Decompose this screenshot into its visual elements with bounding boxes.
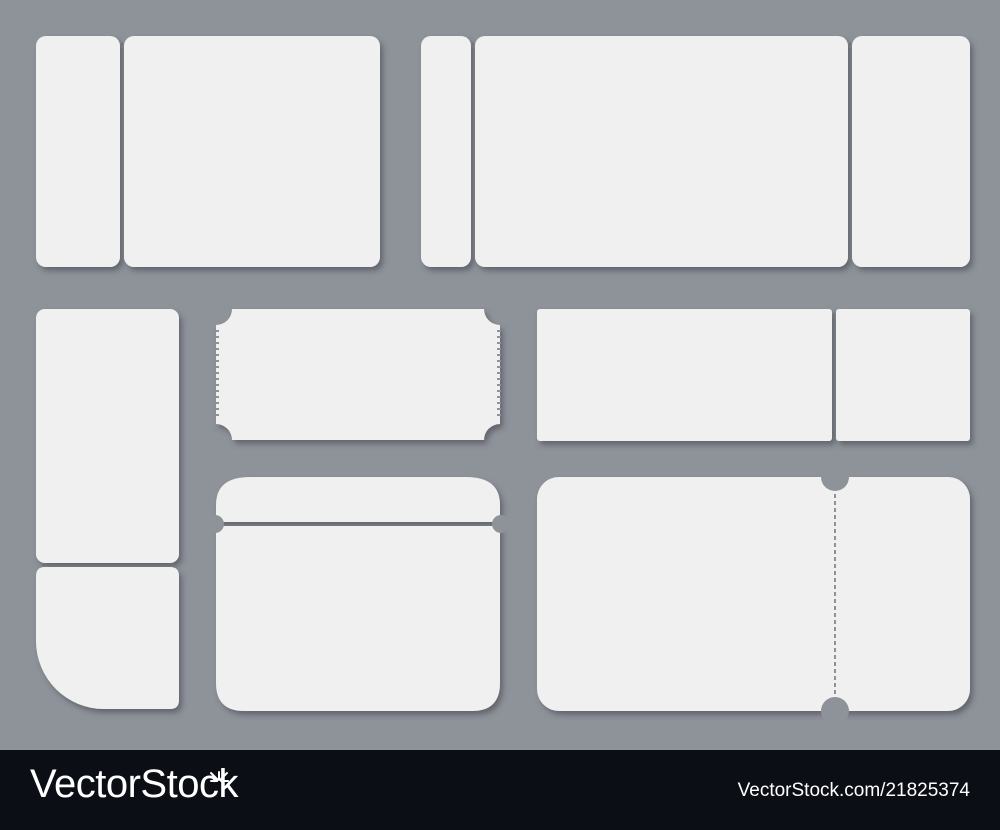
ticket-2-left-stub [421, 36, 471, 267]
ticket-templates-illustration [36, 36, 970, 725]
ticket-3-stub [36, 567, 179, 709]
brand-name: VectorStock [30, 762, 238, 806]
ticket-7-bottom-notch [821, 697, 849, 725]
ticket-1-body [124, 36, 380, 267]
brand-mark-icon [210, 771, 229, 782]
ticket-5-left-notch [206, 515, 224, 533]
ticket-2-body [475, 36, 848, 267]
ticket-1 [36, 36, 380, 267]
ticket-3 [36, 309, 179, 709]
ticket-7 [537, 477, 970, 711]
ticket-6-stub [836, 309, 970, 441]
watermark-footer: VectorStock VectorStock.com/21825374 [0, 750, 1000, 830]
ticket-templates-canvas [0, 0, 1000, 750]
ticket-5-right-notch [492, 515, 510, 533]
ticket-5-body [216, 526, 500, 711]
ticket-3-body [36, 309, 179, 563]
ticket-2-right-stub [852, 36, 970, 267]
ticket-5-stub [216, 477, 500, 522]
image-credit: VectorStock.com/21825374 [737, 780, 970, 801]
ticket-6 [537, 309, 970, 441]
ticket-6-body [537, 309, 832, 441]
ticket-1-stub [36, 36, 120, 267]
ticket-2 [421, 36, 970, 267]
ticket-4 [216, 309, 500, 440]
ticket-7-top-notch [821, 463, 849, 491]
ticket-7-card [537, 477, 970, 711]
ticket-5 [216, 477, 500, 711]
ticket-4-body [216, 309, 500, 440]
